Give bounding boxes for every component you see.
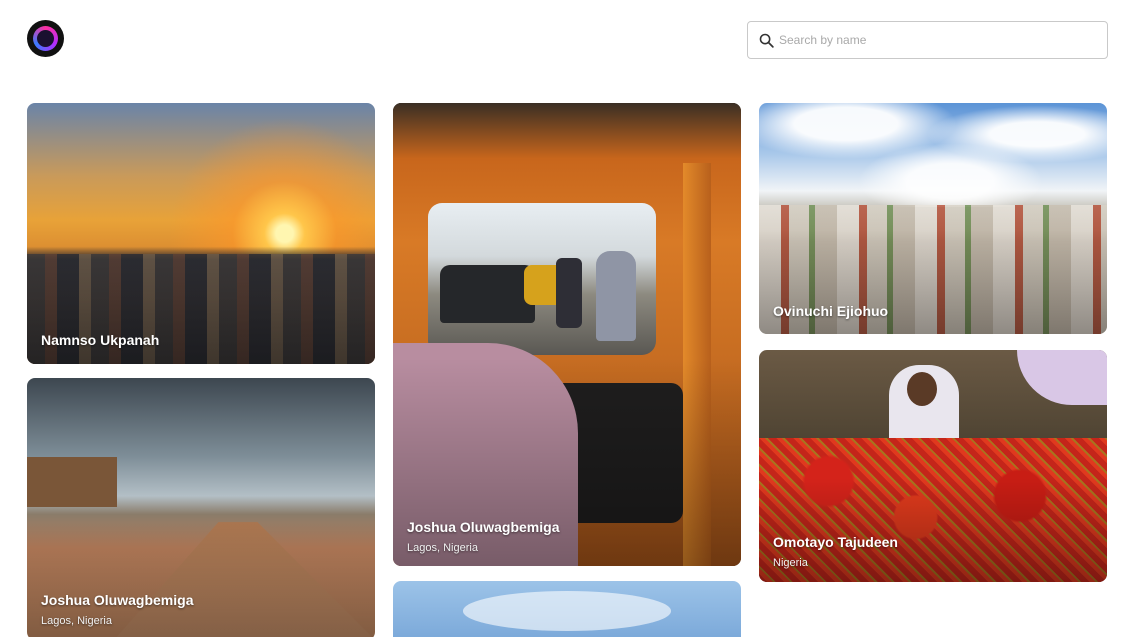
card-name: Joshua Oluwagbemiga — [407, 519, 560, 535]
card-location: Lagos, Nigeria — [407, 542, 478, 554]
card-name: Joshua Oluwagbemiga — [41, 592, 194, 608]
page: Namnso Ukpanah Joshua Oluwagbemiga Lagos… — [0, 0, 1139, 637]
photo-card[interactable]: Ovinuchi Ejiohuo — [759, 103, 1107, 334]
photo-card[interactable]: Omotayo Tajudeen Nigeria — [759, 350, 1107, 582]
photo-card[interactable]: Joshua Oluwagbemiga Lagos, Nigeria — [393, 103, 741, 566]
card-location: Nigeria — [773, 557, 808, 569]
card-location: Lagos, Nigeria — [41, 615, 112, 627]
photo-card[interactable]: Namnso Ukpanah — [27, 103, 375, 364]
search-bar[interactable] — [747, 21, 1108, 59]
card-name: Ovinuchi Ejiohuo — [773, 303, 889, 319]
search-input[interactable] — [779, 33, 1079, 47]
card-image — [393, 581, 741, 637]
search-icon — [759, 33, 774, 48]
card-name: Omotayo Tajudeen — [773, 534, 898, 550]
logo-icon[interactable] — [27, 20, 64, 57]
photo-card[interactable] — [393, 581, 741, 637]
photo-card[interactable]: Joshua Oluwagbemiga Lagos, Nigeria — [27, 378, 375, 637]
card-name: Namnso Ukpanah — [41, 332, 160, 348]
